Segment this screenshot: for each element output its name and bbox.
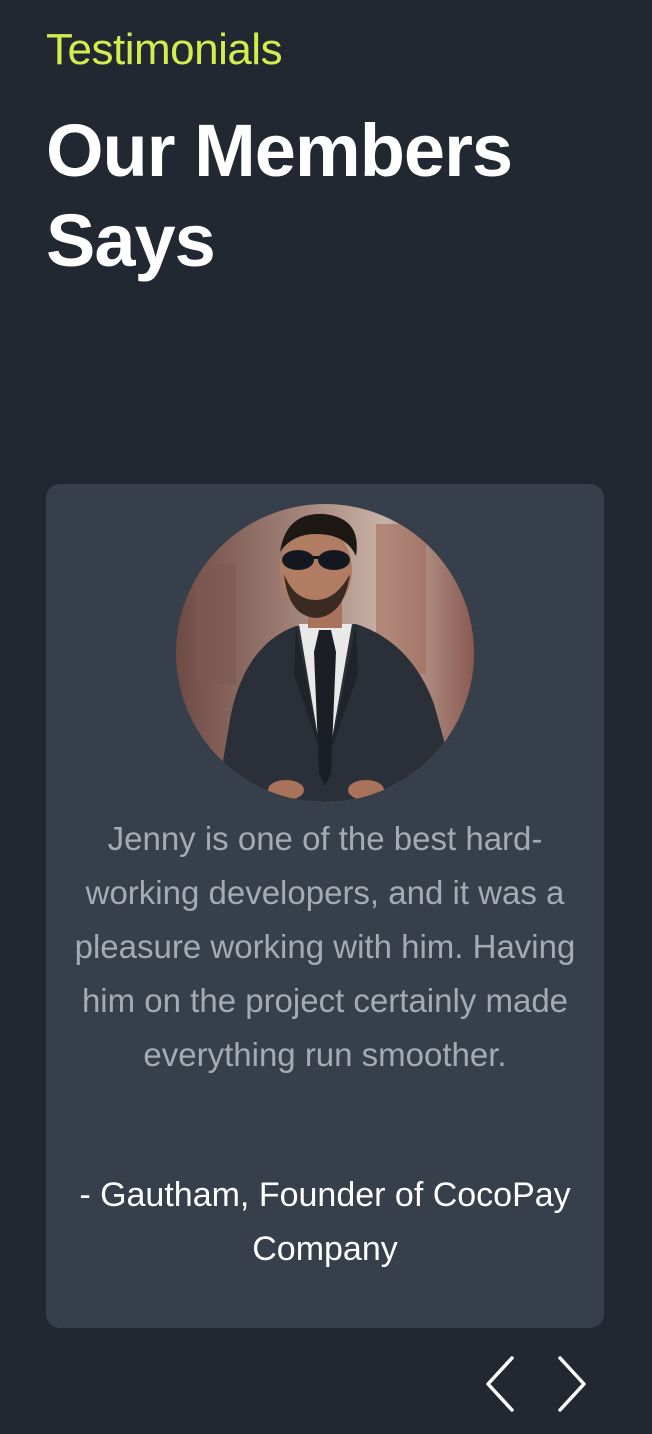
carousel-prev-button[interactable]	[482, 1352, 542, 1416]
chevron-right-icon	[558, 1356, 586, 1412]
testimonial-quote: Jenny is one of the best hard-working de…	[74, 820, 576, 1073]
person-photo	[176, 504, 474, 802]
section-eyebrow: Testimonials	[46, 25, 283, 74]
testimonial-card: Jenny is one of the best hard-working de…	[46, 484, 604, 1328]
carousel-next-button[interactable]	[544, 1352, 604, 1416]
chevron-left-icon	[486, 1356, 514, 1412]
testimonial-avatar	[176, 504, 474, 802]
section-headline: Our Members Says	[46, 109, 513, 282]
testimonial-author: - Gautham, Founder of CocoPay Company	[79, 1176, 571, 1268]
